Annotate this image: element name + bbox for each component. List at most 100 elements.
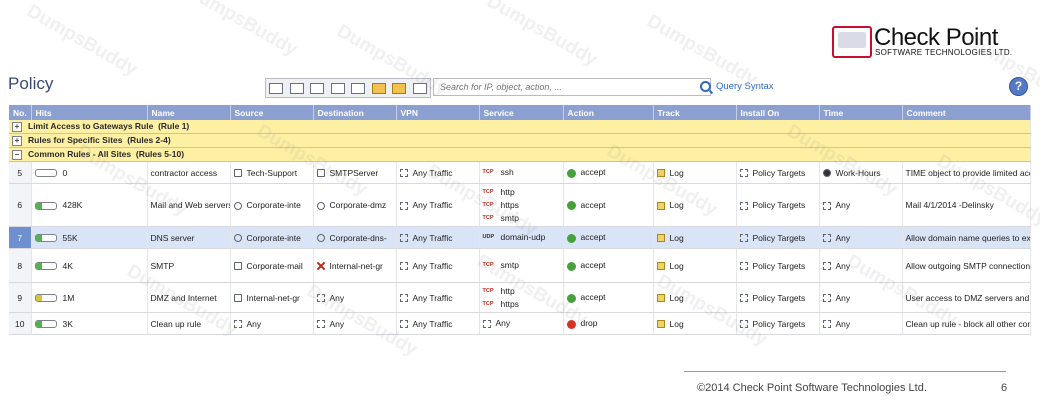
track-cell[interactable]: Log <box>653 312 737 335</box>
destination-cell[interactable]: Corporate-dmz <box>313 183 397 227</box>
action-cell[interactable]: accept <box>563 226 654 249</box>
add-rule-top-icon[interactable] <box>269 82 284 94</box>
column-header-comment[interactable]: Comment <box>902 105 1031 120</box>
section-header[interactable]: + Limit Access to Gateways Rule (Rule 1) <box>9 120 1031 134</box>
delete-rule-icon[interactable] <box>351 82 366 94</box>
service-cell[interactable]: TCP http TCP https TCP smtp <box>479 183 564 227</box>
add-rule-below-icon[interactable] <box>310 82 325 94</box>
service-cell[interactable]: Any <box>479 312 564 335</box>
add-section-icon[interactable] <box>371 82 386 94</box>
add-rule-above-icon[interactable] <box>289 82 304 94</box>
action-cell[interactable]: accept <box>563 248 654 283</box>
vpn-cell[interactable]: Any Traffic <box>396 226 480 249</box>
column-header-no[interactable]: No. <box>9 105 32 120</box>
column-header-time[interactable]: Time <box>819 105 903 120</box>
section-header[interactable]: + Rules for Specific Sites (Rules 2-4) <box>9 133 1031 148</box>
table-row[interactable]: 10 3K Clean up rule Any Any Any Traffic Any dro… <box>9 312 1031 335</box>
vpn-cell[interactable]: Any Traffic <box>396 312 480 335</box>
expand-toggle-icon[interactable]: + <box>12 121 22 132</box>
rule-name-cell[interactable]: contractor access <box>147 161 231 184</box>
rule-number-cell[interactable]: 10 <box>9 312 32 335</box>
table-row[interactable]: 6 428K Mail and Web servers Corporate-inte C… <box>9 183 1031 227</box>
service-cell[interactable]: UDP domain-udp <box>479 226 564 249</box>
track-cell[interactable]: Log <box>653 161 737 184</box>
install-on-cell[interactable]: Policy Targets <box>736 312 820 335</box>
rule-name-cell[interactable]: DNS server <box>147 226 231 249</box>
track-cell[interactable]: Log <box>653 248 737 283</box>
column-header-hits[interactable]: Hits <box>31 105 148 120</box>
table-row[interactable]: 8 4K SMTP Corporate-mail Internal-net-gr Any … <box>9 248 1031 283</box>
source-cell[interactable]: Any <box>230 312 314 335</box>
vpn-cell[interactable]: Any Traffic <box>396 183 480 227</box>
service-cell[interactable]: TCP http TCP https <box>479 282 564 313</box>
table-row[interactable]: 5 0 contractor access Tech-Support SMTPServe… <box>9 161 1031 184</box>
add-rule-bottom-icon[interactable] <box>330 82 345 94</box>
time-cell[interactable]: Any <box>819 248 903 283</box>
rule-number-cell[interactable]: 9 <box>9 282 32 313</box>
action-cell[interactable]: accept <box>563 161 654 184</box>
install-on-cell[interactable]: Policy Targets <box>736 226 820 249</box>
install-on-cell[interactable]: Policy Targets <box>736 282 820 313</box>
install-on-cell[interactable]: Policy Targets <box>736 183 820 227</box>
comment-cell[interactable]: Allow domain name queries to external DN… <box>902 226 1031 249</box>
destination-cell[interactable]: Corporate-dns- <box>313 226 397 249</box>
time-cell[interactable]: Any <box>819 183 903 227</box>
section-header[interactable]: − Common Rules - All Sites (Rules 5-10) <box>9 147 1031 162</box>
help-icon[interactable]: ? <box>1009 77 1028 96</box>
action-cell[interactable]: accept <box>563 183 654 227</box>
source-cell[interactable]: Corporate-inte <box>230 183 314 227</box>
destination-cell[interactable]: SMTPServer <box>313 161 397 184</box>
comment-cell[interactable]: Clean up rule - block all other connecti… <box>902 312 1031 335</box>
vpn-cell[interactable]: Any Traffic <box>396 161 480 184</box>
rule-number-cell[interactable]: 6 <box>9 183 32 227</box>
column-header-vpn[interactable]: VPN <box>396 105 480 120</box>
rule-number-cell[interactable]: 5 <box>9 161 32 184</box>
comment-cell[interactable]: Allow outgoing SMTP connections but don'… <box>902 248 1031 283</box>
column-header-action[interactable]: Action <box>563 105 654 120</box>
column-header-install-on[interactable]: Install On <box>736 105 820 120</box>
rule-name-cell[interactable]: SMTP <box>147 248 231 283</box>
column-header-track[interactable]: Track <box>653 105 737 120</box>
destination-cell[interactable]: Internal-net-gr <box>313 248 397 283</box>
table-row[interactable]: 7 55K DNS server Corporate-inte Corporate-dn… <box>9 226 1031 249</box>
time-cell[interactable]: Any <box>819 282 903 313</box>
search-icon[interactable] <box>700 81 711 92</box>
comment-cell[interactable]: TIME object to provide limited acc for c… <box>902 161 1031 184</box>
rule-name-cell[interactable]: Clean up rule <box>147 312 231 335</box>
rule-name-cell[interactable]: Mail and Web servers <box>147 183 231 227</box>
table-row[interactable]: 9 1M DMZ and Internet Internal-net-gr Any Any… <box>9 282 1031 313</box>
rule-number-cell[interactable]: 8 <box>9 248 32 283</box>
rule-number-cell[interactable]: 7 <box>9 226 32 249</box>
time-cell[interactable]: Any <box>819 312 903 335</box>
vpn-cell[interactable]: Any Traffic <box>396 248 480 283</box>
time-cell[interactable]: Work-Hours <box>819 161 903 184</box>
destination-cell[interactable]: Any <box>313 312 397 335</box>
vpn-cell[interactable]: Any Traffic <box>396 282 480 313</box>
expand-toggle-icon[interactable]: + <box>12 135 22 146</box>
search-input[interactable] <box>433 78 711 96</box>
time-cell[interactable]: Any <box>819 226 903 249</box>
install-on-cell[interactable]: Policy Targets <box>736 248 820 283</box>
column-header-name[interactable]: Name <box>147 105 231 120</box>
move-section-icon[interactable] <box>392 82 407 94</box>
column-header-source[interactable]: Source <box>230 105 314 120</box>
track-cell[interactable]: Log <box>653 226 737 249</box>
rule-name-cell[interactable]: DMZ and Internet <box>147 282 231 313</box>
column-header-service[interactable]: Service <box>479 105 564 120</box>
track-cell[interactable]: Log <box>653 282 737 313</box>
column-header-destination[interactable]: Destination <box>313 105 397 120</box>
source-cell[interactable]: Corporate-inte <box>230 226 314 249</box>
query-syntax-link[interactable]: Query Syntax <box>716 81 774 92</box>
install-on-cell[interactable]: Policy Targets <box>736 161 820 184</box>
action-cell[interactable]: drop <box>563 312 654 335</box>
source-cell[interactable]: Corporate-mail <box>230 248 314 283</box>
source-cell[interactable]: Internal-net-gr <box>230 282 314 313</box>
source-cell[interactable]: Tech-Support <box>230 161 314 184</box>
track-cell[interactable]: Log <box>653 183 737 227</box>
comment-cell[interactable]: User access to DMZ servers and Internet <box>902 282 1031 313</box>
destination-cell[interactable]: Any <box>313 282 397 313</box>
expand-toggle-icon[interactable]: − <box>12 149 22 160</box>
find-icon[interactable] <box>412 82 427 94</box>
service-cell[interactable]: TCP smtp <box>479 248 564 283</box>
action-cell[interactable]: accept <box>563 282 654 313</box>
